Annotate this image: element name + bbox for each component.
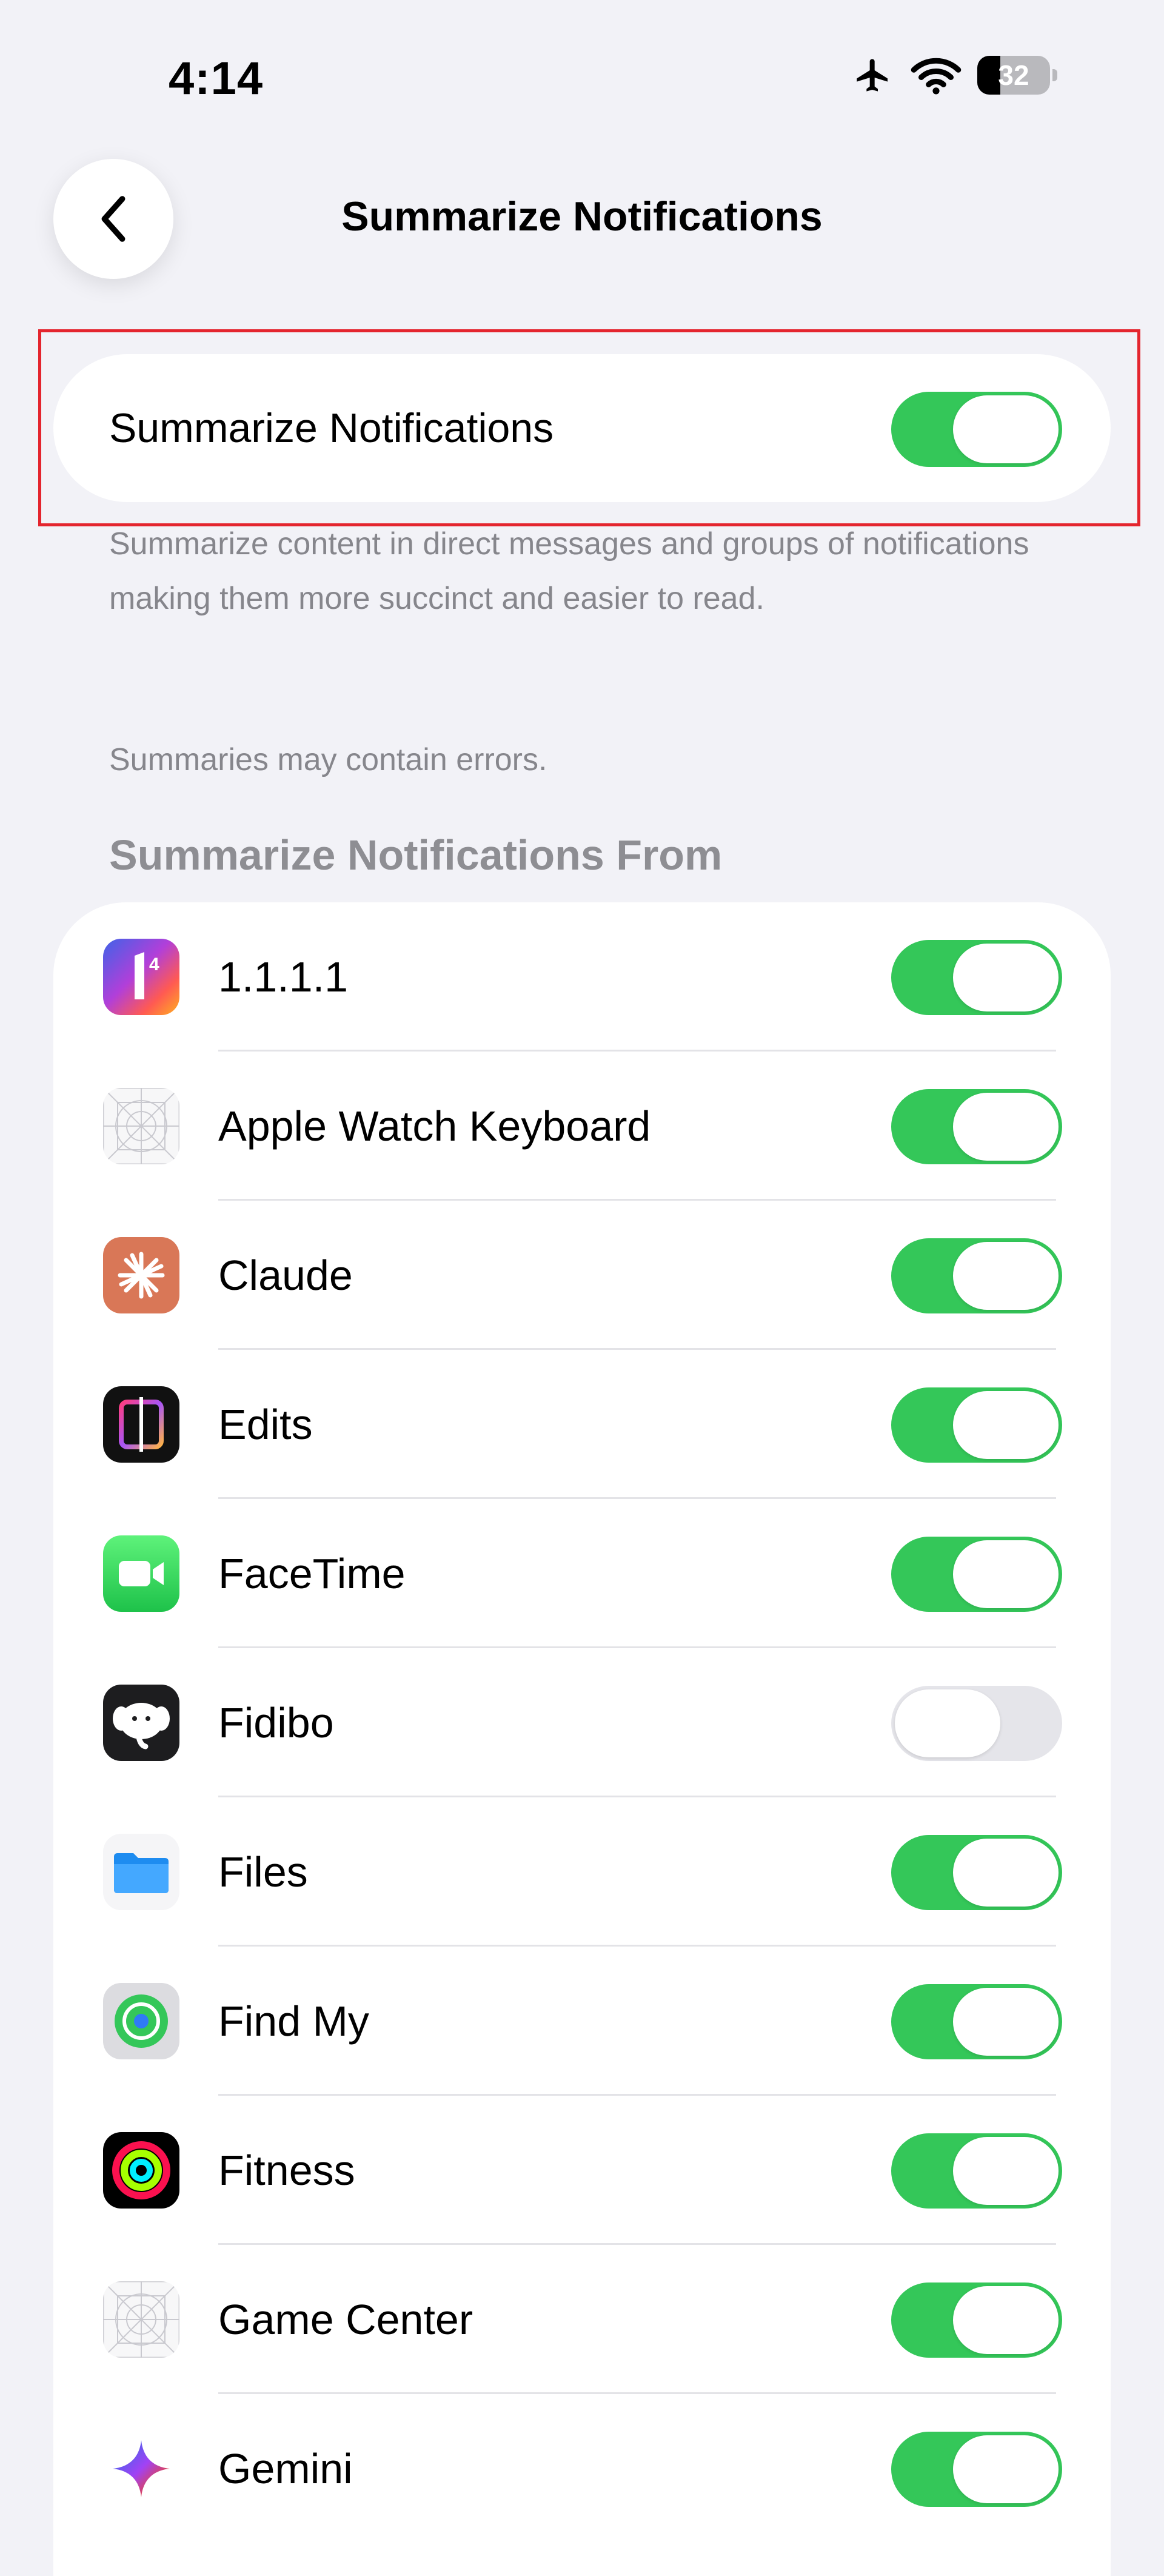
app-name: Claude [218, 1252, 353, 1299]
app-name: FaceTime [218, 1550, 406, 1597]
app-toggle-apple-watch-keyboard[interactable] [891, 1089, 1062, 1164]
app-toggle-fidibo[interactable] [891, 1686, 1062, 1761]
app-row-facetime: FaceTime [53, 1499, 1111, 1648]
facetime-icon [103, 1535, 179, 1612]
fidibo-icon [103, 1685, 179, 1761]
app-row-apple-watch-keyboard: Apple Watch Keyboard [53, 1052, 1111, 1201]
section-header: Summarize Notifications From [109, 831, 723, 879]
apple-watch-keyboard-icon [103, 1088, 179, 1164]
app-name: Files [218, 1848, 308, 1896]
app-toggle-game-center[interactable] [891, 2283, 1062, 2358]
app-toggle-files[interactable] [891, 1835, 1062, 1910]
1111-icon: 4 [103, 939, 179, 1015]
app-toggle-1111[interactable] [891, 940, 1062, 1015]
app-row-game-center: Game Center [53, 2245, 1111, 2394]
app-row-edits: Edits [53, 1350, 1111, 1499]
app-name: Apple Watch Keyboard [218, 1102, 651, 1150]
app-row-find-my: Find My [53, 1947, 1111, 2096]
page-title: Summarize Notifications [341, 193, 823, 240]
app-row-fitness: Fitness [53, 2096, 1111, 2245]
app-row-claude: Claude [53, 1201, 1111, 1350]
app-name: Find My [218, 1997, 369, 2045]
files-icon [103, 1834, 179, 1910]
app-row-fidibo: Fidibo [53, 1648, 1111, 1797]
app-name: 1.1.1.1 [218, 953, 349, 1001]
wifi-icon [911, 56, 962, 95]
app-name: Gemini [218, 2445, 353, 2492]
svg-text:4: 4 [149, 954, 159, 974]
app-row-gemini: Gemini [53, 2394, 1111, 2543]
app-toggle-facetime[interactable] [891, 1537, 1062, 1612]
app-row-1111: 4 1.1.1.1 [53, 902, 1111, 1052]
game-center-icon [103, 2281, 179, 2358]
battery-icon: 32 [977, 56, 1057, 95]
app-name: Edits [218, 1401, 313, 1448]
app-name: Game Center [218, 2296, 473, 2343]
app-toggle-fitness[interactable] [891, 2133, 1062, 2209]
highlight-box [38, 329, 1140, 526]
status-time: 4:14 [169, 53, 264, 104]
airplane-mode-icon [851, 56, 895, 95]
app-toggle-find-my[interactable] [891, 1984, 1062, 2059]
status-bar: 4:14 32 [0, 0, 1164, 139]
fitness-icon [103, 2132, 179, 2209]
app-toggle-claude[interactable] [891, 1238, 1062, 1313]
app-toggle-gemini[interactable] [891, 2432, 1062, 2507]
status-icons: 32 [851, 56, 1057, 95]
find-my-icon [103, 1983, 179, 2059]
app-toggle-edits[interactable] [891, 1387, 1062, 1463]
app-list: 4 1.1.1.1 Apple Watch Keyboard Claude Ed… [53, 902, 1111, 2576]
disclaimer-text: Summaries may contain errors. [109, 742, 547, 777]
gemini-icon [103, 2430, 179, 2507]
app-row-files: Files [53, 1797, 1111, 1947]
app-name: Fidibo [218, 1699, 334, 1746]
battery-level: 32 [998, 59, 1029, 91]
app-name: Fitness [218, 2147, 355, 2194]
claude-icon [103, 1237, 179, 1313]
description-text: Summarize content in direct messages and… [109, 526, 1029, 616]
edits-icon [103, 1386, 179, 1463]
